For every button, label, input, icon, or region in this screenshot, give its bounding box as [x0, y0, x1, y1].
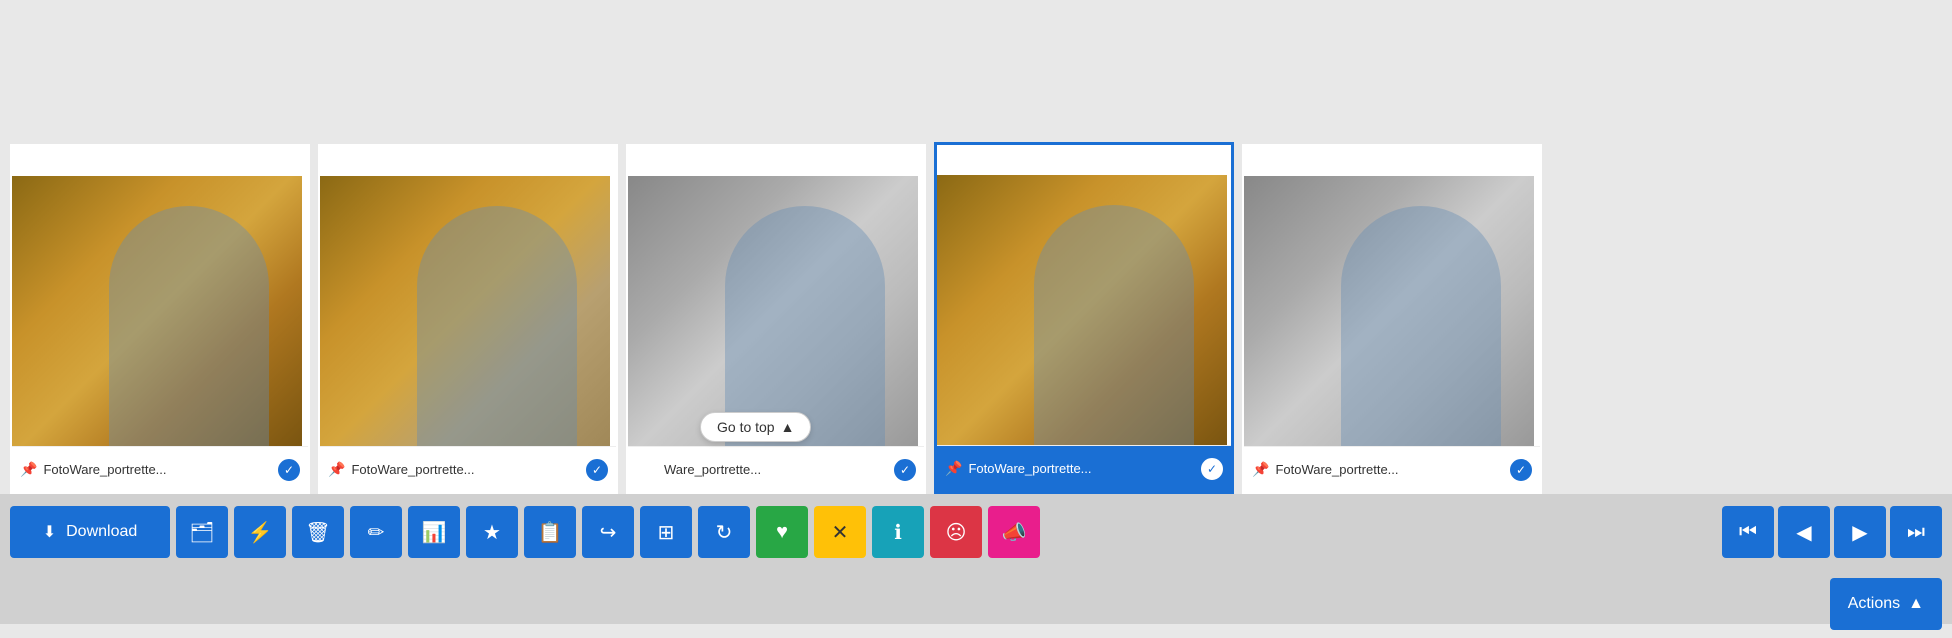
photo-card-5[interactable]: 📌 FotoWare_portrette... ✓	[1242, 144, 1542, 494]
info-button[interactable]: ℹ	[872, 506, 924, 558]
filename-3: Ware_portrette...	[664, 462, 888, 477]
photo-image-5[interactable]	[1244, 176, 1534, 446]
go-to-top-button[interactable]: Go to top ▲	[700, 412, 811, 442]
share-icon: ⚡	[248, 520, 273, 545]
first-icon: ⏮	[1739, 521, 1757, 544]
check-icon-5[interactable]: ✓	[1510, 459, 1532, 481]
card-footer-3: Ware_portrette... ✓	[628, 446, 924, 492]
copy-button[interactable]: 📋	[524, 506, 576, 558]
card-top-1	[12, 146, 308, 176]
face-button[interactable]: ☹	[930, 506, 982, 558]
chevron-up-icon: ▲	[781, 419, 795, 435]
check-icon-2[interactable]: ✓	[586, 459, 608, 481]
photo-card-2[interactable]: 📌 FotoWare_portrette... ✓	[318, 144, 618, 494]
photo-card-4[interactable]: 📌 FotoWare_portrette... ✓	[934, 142, 1234, 494]
star-icon: ★	[483, 520, 501, 545]
photo-card-1[interactable]: 📌 FotoWare_portrette... ✓	[10, 144, 310, 494]
photo-image-1[interactable]	[12, 176, 302, 446]
export-button[interactable]: ↪	[582, 506, 634, 558]
prev-icon: ◀	[1796, 520, 1811, 545]
check-icon-3[interactable]: ✓	[894, 459, 916, 481]
chart-button[interactable]: 📊	[408, 506, 460, 558]
close-button[interactable]: ✕	[814, 506, 866, 558]
refresh-button[interactable]: ↻	[698, 506, 750, 558]
card-footer-5: 📌 FotoWare_portrette... ✓	[1244, 446, 1540, 492]
pin-icon-4: 📌	[945, 460, 962, 477]
heart-icon: ♥	[776, 521, 788, 544]
last-icon: ⏭	[1907, 521, 1925, 544]
toolbar: ⬇ Download 🗂 ⚡ 🗑 ✏ 📊 ★ 📋 ↪ ⊞	[0, 494, 1952, 624]
check-icon-1[interactable]: ✓	[278, 459, 300, 481]
card-top-3	[628, 146, 924, 176]
refresh-icon: ↻	[716, 520, 733, 545]
actions-chevron-icon: ▲	[1908, 595, 1924, 613]
info-icon: ℹ	[894, 520, 902, 545]
filename-4: FotoWare_portrette...	[968, 461, 1195, 476]
megaphone-icon: 📣	[1002, 520, 1027, 545]
next-button[interactable]: ▶	[1834, 506, 1886, 558]
edit-icon: ✏	[368, 520, 385, 545]
go-to-top-label: Go to top	[717, 419, 775, 435]
pin-icon-5: 📌	[1252, 461, 1269, 478]
photo-image-3[interactable]	[628, 176, 918, 446]
filename-1: FotoWare_portrette...	[43, 462, 272, 477]
gallery-area: 📌 FotoWare_portrette... ✓ 📌 FotoWare_por…	[0, 0, 1952, 494]
face-icon: ☹	[946, 520, 967, 545]
share-button[interactable]: ⚡	[234, 506, 286, 558]
copy-icon: 📋	[538, 520, 563, 545]
export-icon: ↪	[600, 520, 617, 545]
chart-icon: 📊	[422, 520, 447, 545]
trash-button[interactable]: 🗑	[292, 506, 344, 558]
photo-image-2[interactable]	[320, 176, 610, 446]
filename-2: FotoWare_portrette...	[351, 462, 580, 477]
crop-button[interactable]: ⊞	[640, 506, 692, 558]
last-button[interactable]: ⏭	[1890, 506, 1942, 558]
first-button[interactable]: ⏮	[1722, 506, 1774, 558]
filename-5: FotoWare_portrette...	[1275, 462, 1504, 477]
briefcase-icon: 🗂	[189, 520, 214, 545]
download-icon: ⬇	[43, 522, 56, 542]
nav-group: ⏮ ◀ ▶ ⏭	[1722, 506, 1942, 558]
check-icon-4[interactable]: ✓	[1201, 458, 1223, 480]
card-top-5	[1244, 146, 1540, 176]
card-top-2	[320, 146, 616, 176]
trash-icon: 🗑	[305, 520, 330, 545]
download-label: Download	[66, 523, 137, 541]
card-footer-2: 📌 FotoWare_portrette... ✓	[320, 446, 616, 492]
card-footer-1: 📌 FotoWare_portrette... ✓	[12, 446, 308, 492]
briefcase-button[interactable]: 🗂	[176, 506, 228, 558]
crop-icon: ⊞	[658, 520, 675, 545]
close-icon: ✕	[832, 520, 849, 545]
photo-image-4[interactable]	[937, 175, 1227, 445]
edit-button[interactable]: ✏	[350, 506, 402, 558]
pin-icon-2: 📌	[328, 461, 345, 478]
download-button[interactable]: ⬇ Download	[10, 506, 170, 558]
heart-button[interactable]: ♥	[756, 506, 808, 558]
toolbar-actions-row: Actions ▲	[0, 570, 1952, 638]
prev-button[interactable]: ◀	[1778, 506, 1830, 558]
actions-label: Actions	[1848, 595, 1900, 613]
card-footer-4: 📌 FotoWare_portrette... ✓	[937, 445, 1231, 491]
actions-button[interactable]: Actions ▲	[1830, 578, 1942, 630]
next-icon: ▶	[1852, 520, 1867, 545]
card-top-4	[937, 145, 1231, 175]
toolbar-main-row: ⬇ Download 🗂 ⚡ 🗑 ✏ 📊 ★ 📋 ↪ ⊞	[0, 494, 1952, 570]
megaphone-button[interactable]: 📣	[988, 506, 1040, 558]
star-button[interactable]: ★	[466, 506, 518, 558]
pin-icon-1: 📌	[20, 461, 37, 478]
